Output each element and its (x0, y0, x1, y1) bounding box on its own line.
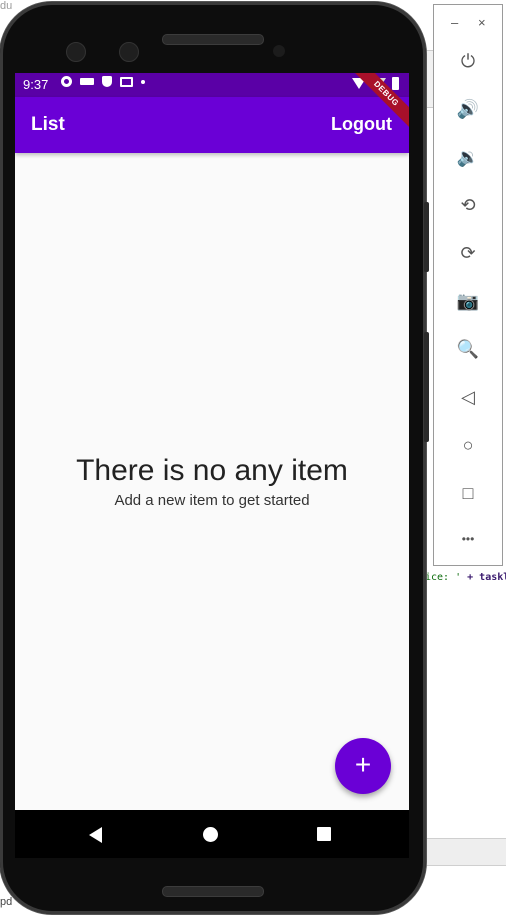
volume-side-button (424, 202, 429, 272)
add-item-button[interactable]: + (335, 738, 391, 794)
rotate-right-icon[interactable]: ⟳ (456, 241, 480, 265)
bottom-speaker (162, 886, 264, 897)
page-title: List (31, 114, 65, 135)
camera-icon[interactable]: 📷 (456, 289, 480, 313)
back-icon[interactable] (89, 827, 102, 843)
shield-icon (102, 76, 112, 87)
earpiece-speaker (162, 34, 264, 45)
ide-background-bar (425, 838, 506, 866)
front-sensor (119, 42, 139, 62)
front-camera (66, 42, 86, 62)
zoom-icon[interactable]: 🔍 (456, 337, 480, 361)
recents-icon[interactable] (317, 827, 331, 841)
more-icon[interactable]: ••• (456, 527, 480, 551)
status-bar: 9:37 (15, 73, 409, 97)
mail-icon (120, 76, 133, 87)
volume-up-icon[interactable]: 🔊 (456, 97, 480, 121)
system-nav-bar (15, 810, 409, 858)
empty-state-subtitle: Add a new item to get started (114, 492, 310, 509)
ide-background-text-bottom: pd (0, 896, 13, 908)
battery-icon (392, 77, 399, 90)
rotate-left-icon[interactable]: ⟲ (456, 193, 480, 217)
app-bar: List Logout (15, 97, 409, 153)
minimize-button[interactable]: – (451, 15, 458, 30)
proximity-sensor (273, 45, 285, 57)
settings-icon (61, 76, 72, 87)
overview-icon[interactable]: □ (456, 481, 480, 505)
power-side-button (424, 332, 429, 442)
status-time: 9:37 (23, 77, 49, 92)
emulator-home-icon[interactable]: ○ (456, 433, 480, 457)
dot-icon (141, 79, 145, 84)
emulator-back-icon[interactable]: ◁ (456, 385, 480, 409)
logout-button[interactable]: Logout (331, 114, 392, 135)
app-screen: 9:37 List Logout DEBUG There is no any i… (15, 73, 409, 858)
battery-saver-icon (80, 78, 94, 85)
close-button[interactable]: × (478, 15, 486, 30)
volume-down-icon[interactable]: 🔉 (456, 145, 480, 169)
ide-background-text: du (0, 0, 13, 12)
power-icon[interactable]: ⏻ (456, 49, 480, 73)
emulator-toolbar: – × ⏻ 🔊 🔉 ⟲ ⟳ 📷 🔍 ◁ ○ □ ••• (433, 4, 503, 566)
home-icon[interactable] (203, 827, 218, 842)
add-icon: + (354, 749, 372, 780)
ide-code-snippet: ice: ' + taskl (425, 572, 506, 583)
empty-state-title: There is no any item (76, 454, 348, 487)
